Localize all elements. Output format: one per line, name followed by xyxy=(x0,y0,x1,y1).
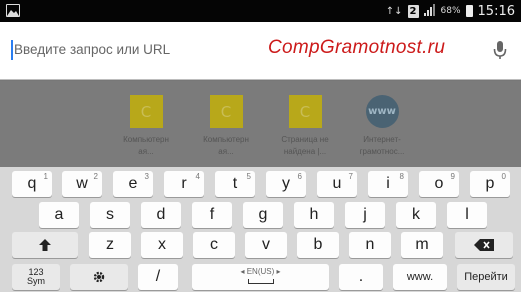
gear-icon xyxy=(93,271,105,283)
key-u[interactable]: u7 xyxy=(317,171,357,197)
settings-key[interactable] xyxy=(70,264,128,290)
key-x[interactable]: x xyxy=(141,232,183,258)
key-e[interactable]: e3 xyxy=(113,171,153,197)
key-l[interactable]: l xyxy=(447,202,487,228)
key-j[interactable]: j xyxy=(345,202,385,228)
shortcut-tile[interactable]: C Страница не найдена |... xyxy=(268,95,342,158)
shortcut-label-line2: найдена |... xyxy=(283,147,327,156)
key-q[interactable]: q1 xyxy=(12,171,52,197)
space-key[interactable]: ◂ EN(US) ▸ xyxy=(192,264,329,290)
url-input[interactable]: Введите запрос или URL xyxy=(14,42,170,57)
key-z[interactable]: z xyxy=(89,232,131,258)
network-type-icon: ↑↓ xyxy=(385,5,403,17)
go-key[interactable]: Перейти xyxy=(457,264,515,290)
key-w[interactable]: w2 xyxy=(62,171,102,197)
shift-key[interactable] xyxy=(12,232,78,258)
space-icon xyxy=(247,279,274,284)
shortcut-label-line1: Компьютерн xyxy=(203,135,249,144)
key-h[interactable]: h xyxy=(294,202,334,228)
symbols-key[interactable]: 123 Sym xyxy=(12,264,60,290)
status-bar: ↑↓ 2 68% 15:16 xyxy=(0,0,521,22)
key-b[interactable]: b xyxy=(297,232,339,258)
key-y[interactable]: y6 xyxy=(266,171,306,197)
language-label: EN(US) xyxy=(246,267,275,276)
shortcut-tile[interactable]: www Интернет-грамотнос... xyxy=(345,95,419,158)
shortcut-label-line2: ая... xyxy=(138,147,154,156)
key-t[interactable]: t5 xyxy=(215,171,255,197)
key-k[interactable]: k xyxy=(396,202,436,228)
shortcut-label-line2: грамотнос... xyxy=(359,147,405,156)
key-m[interactable]: m xyxy=(401,232,443,258)
key-a[interactable]: a xyxy=(39,202,79,228)
key-r[interactable]: r4 xyxy=(164,171,204,197)
site-watermark: CompGramotnost.ru xyxy=(268,37,446,58)
shortcut-tile[interactable]: C Компьютерн ая... xyxy=(189,95,263,158)
shortcut-label-line2: ая... xyxy=(218,147,234,156)
globe-icon: www xyxy=(365,95,399,128)
shift-arrow-icon xyxy=(39,239,51,251)
www-key[interactable]: www. xyxy=(393,264,447,290)
key-o[interactable]: o9 xyxy=(419,171,459,197)
quick-access-panel: C Компьютерн ая... C Компьютерн ая... C Ст… xyxy=(0,81,521,167)
microphone-icon[interactable] xyxy=(491,38,509,62)
shortcut-label-line1: Компьютерн xyxy=(123,135,169,144)
key-f[interactable]: f xyxy=(192,202,232,228)
key-i[interactable]: i8 xyxy=(368,171,408,197)
key-c[interactable]: c xyxy=(193,232,235,258)
key-v[interactable]: v xyxy=(245,232,287,258)
dot-key[interactable]: . xyxy=(339,264,383,290)
battery-percent: 68% xyxy=(440,6,461,16)
key-d[interactable]: d xyxy=(141,202,181,228)
shortcut-icon: C xyxy=(288,95,322,128)
signal-icon xyxy=(423,3,436,19)
shortcut-label-line1: Интернет- xyxy=(363,135,401,144)
gallery-notification-icon xyxy=(6,4,20,17)
shortcut-tile[interactable]: C Компьютерн ая... xyxy=(109,95,183,158)
key-n[interactable]: n xyxy=(349,232,391,258)
slash-key[interactable]: / xyxy=(138,264,178,290)
virtual-keyboard: q1 w2 e3 r4 t5 y6 u7 i8 o9 p0 a s d f g … xyxy=(0,167,521,292)
shortcut-label-line1: Страница не xyxy=(281,135,329,144)
shortcut-icon: C xyxy=(209,95,243,128)
symbols-key-sublabel: Sym xyxy=(27,276,45,286)
backspace-icon xyxy=(474,239,494,251)
sim-icon: 2 xyxy=(407,4,419,18)
key-s[interactable]: s xyxy=(90,202,130,228)
text-cursor xyxy=(11,40,13,60)
clock: 15:16 xyxy=(477,3,515,19)
shortcut-icon: C xyxy=(129,95,163,128)
battery-icon xyxy=(465,5,473,17)
key-p[interactable]: p0 xyxy=(470,171,510,197)
address-bar[interactable]: Введите запрос или URL CompGramotnost.ru xyxy=(0,22,521,80)
key-g[interactable]: g xyxy=(243,202,283,228)
backspace-key[interactable] xyxy=(455,232,513,258)
